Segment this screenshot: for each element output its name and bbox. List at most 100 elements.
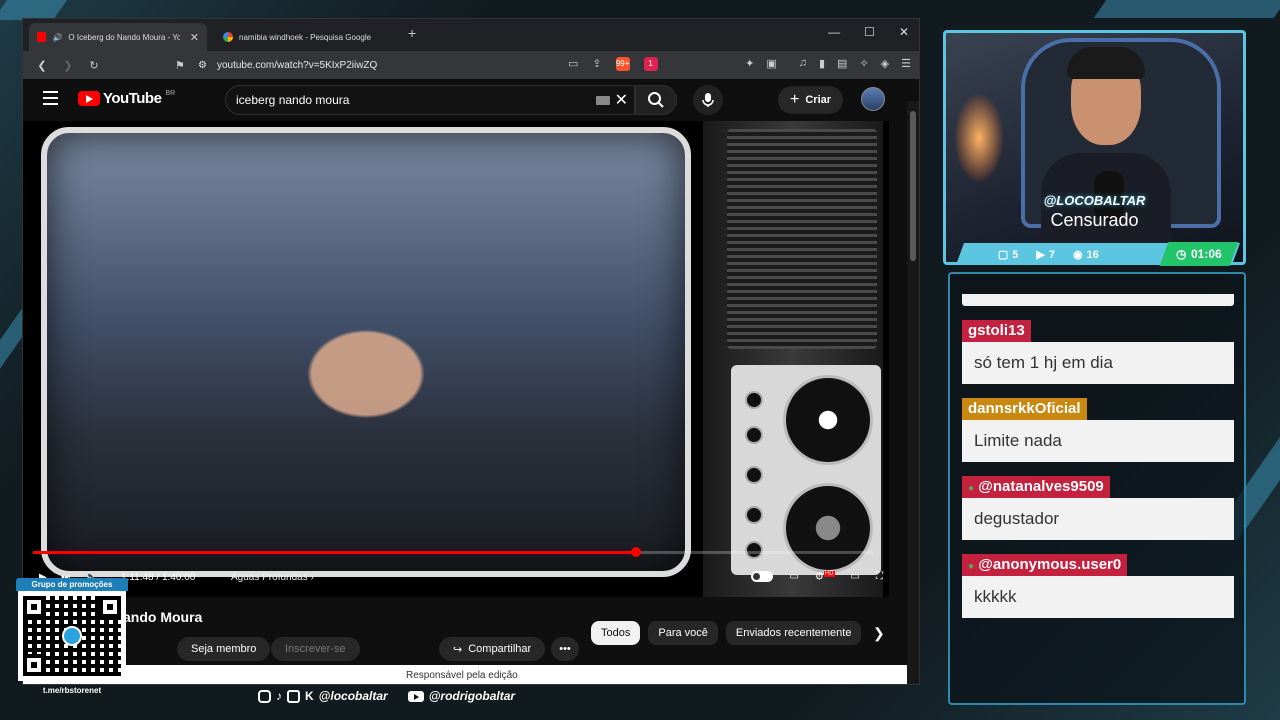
- chip-label: Todos: [601, 627, 631, 639]
- youtube-icon: ▶: [1036, 248, 1045, 261]
- wallet-icon[interactable]: ▤: [837, 57, 847, 70]
- settings-icon[interactable]: ⚙HD: [815, 571, 835, 583]
- join-button[interactable]: Seja membro: [177, 637, 271, 661]
- plus-icon: +: [790, 91, 800, 108]
- logo-text: YouTube: [103, 90, 162, 107]
- menu-icon[interactable]: ☰: [901, 57, 911, 70]
- share-label: Compartilhar: [468, 643, 532, 655]
- tv-knob: [745, 466, 763, 484]
- browser-window: 🔊 O Iceberg do Nando Moura - YouT ✕ nami…: [22, 18, 920, 685]
- chapter-title[interactable]: Águas Profundas ›: [231, 572, 314, 583]
- youtube-badge-icon: ●: [968, 561, 975, 572]
- chat-message: ● @anonymous.user0 kkkkk: [962, 554, 1234, 618]
- youtube-logo[interactable]: YouTube BR: [78, 90, 175, 107]
- maximize-icon[interactable]: ☐: [864, 25, 875, 39]
- chat-text: kkkkk: [962, 576, 1234, 618]
- clear-search-icon[interactable]: ✕: [615, 90, 628, 110]
- decor-streak: [1093, 0, 1280, 18]
- voice-search-button[interactable]: [693, 85, 723, 115]
- site-settings-icon[interactable]: ⚙: [198, 60, 207, 71]
- reload-icon[interactable]: ↻: [87, 59, 101, 72]
- fullscreen-icon[interactable]: ⛶: [876, 571, 883, 582]
- share-arrow-icon: ↪: [453, 643, 463, 656]
- tab-close-icon[interactable]: ✕: [190, 31, 199, 44]
- chat-text: só tem 1 hj em dia: [962, 342, 1234, 384]
- tv-knob: [745, 426, 763, 444]
- chip-for-you[interactable]: Para você: [648, 621, 718, 645]
- timer-value: 01:06: [1190, 247, 1222, 261]
- more-actions-button[interactable]: •••: [551, 637, 579, 661]
- scrollbar-thumb[interactable]: [910, 111, 916, 261]
- twitch-icon: [287, 689, 300, 703]
- tab-google[interactable]: namibia windhoek - Pesquisa Google: [215, 23, 395, 51]
- tv-knob: [745, 541, 763, 559]
- share-button[interactable]: ↪ Compartilhar: [439, 637, 546, 661]
- account-avatar[interactable]: [861, 87, 885, 111]
- telegram-icon: [62, 626, 82, 646]
- screenshot-icon[interactable]: ▣: [766, 57, 776, 70]
- chat-username: @natanalves9509: [978, 478, 1104, 495]
- bookmark-icon[interactable]: ⚑: [175, 59, 185, 72]
- share-icon[interactable]: ⇪: [592, 57, 601, 71]
- create-button[interactable]: + Criar: [778, 86, 844, 114]
- chat-message-fragment: [962, 294, 1234, 306]
- cast-icon[interactable]: ▭: [568, 57, 578, 71]
- leo-icon[interactable]: ✧: [859, 57, 868, 70]
- recommendation-chips: Todos Para você Enviados recentemente: [591, 621, 862, 645]
- social-handles: ♪ K @locobaltar @rodrigobaltar: [258, 689, 515, 703]
- search-query: iceberg nando moura: [236, 93, 350, 107]
- tab-title: O Iceberg do Nando Moura - YouT: [68, 32, 180, 42]
- extensions-icon[interactable]: ✦: [745, 57, 754, 70]
- google-favicon-icon: [223, 32, 233, 42]
- music-icon[interactable]: ♫: [799, 57, 807, 70]
- promo-url: t.me/rbstorenet: [42, 686, 102, 695]
- guide-menu-icon[interactable]: [43, 91, 58, 105]
- chip-all[interactable]: Todos: [591, 621, 641, 645]
- stat-youtube: ▶ 7: [1037, 248, 1056, 261]
- minimize-icon[interactable]: —: [828, 25, 840, 39]
- kick-icon: K: [305, 689, 314, 703]
- tiktok-icon: ♪: [276, 689, 282, 703]
- close-window-icon[interactable]: ✕: [899, 25, 909, 39]
- progress-bar[interactable]: [33, 547, 873, 557]
- sidebar-icon[interactable]: ▮: [819, 57, 825, 70]
- clock-icon: ◷: [1176, 247, 1187, 261]
- page-scrollbar[interactable]: [907, 101, 919, 684]
- keyboard-icon[interactable]: [596, 96, 610, 105]
- progress-fill: [33, 551, 637, 554]
- player-right-controls: ▭ ⚙HD ▭ ⛶: [751, 571, 883, 583]
- vpn-icon[interactable]: ◈: [881, 57, 889, 70]
- theater-mode-icon[interactable]: ▭: [851, 571, 860, 582]
- chip-recent[interactable]: Enviados recentemente: [725, 621, 862, 645]
- forward-icon[interactable]: ❯: [61, 59, 75, 72]
- back-icon[interactable]: ❮: [35, 59, 49, 72]
- video-player[interactable]: ▶ ⏭ 🔈 1:11:48 / 1:40:00 Águas Profundas …: [23, 121, 889, 597]
- search-input[interactable]: iceberg nando moura ✕: [225, 85, 635, 115]
- time-display: 1:11:48 / 1:40:00: [121, 571, 196, 583]
- lamp-light: [954, 93, 1004, 183]
- stream-status: Censurado: [1050, 210, 1139, 230]
- search-icon: [648, 92, 664, 108]
- tv-knob: [745, 391, 763, 409]
- stream-timer: ◷ 01:06: [1159, 242, 1239, 266]
- promo-qr-card: Grupo de promoções t.me/rbstorenet: [16, 578, 128, 704]
- subtitles-icon[interactable]: ▭: [789, 571, 798, 582]
- address-bar: ❮ ❯ ↻ ⚑ ⚙ youtube.com/watch?v=5KIxP2iiwZ…: [23, 51, 919, 79]
- tab-youtube[interactable]: 🔊 O Iceberg do Nando Moura - YouT ✕: [29, 23, 207, 51]
- brave-shields-icon[interactable]: 99+: [615, 57, 630, 71]
- chip-label: Enviados recentemente: [735, 627, 852, 639]
- brave-rewards-icon[interactable]: 1: [643, 57, 658, 71]
- chevron-right-icon[interactable]: ❯: [873, 625, 885, 642]
- window-controls: — ☐ ✕: [828, 25, 909, 39]
- microphone-icon: [702, 93, 714, 107]
- chip-label: Para você: [658, 627, 708, 639]
- social-handle: @locobaltar: [318, 689, 388, 703]
- search-button[interactable]: [635, 85, 677, 115]
- subscribe-button[interactable]: Inscrever-se: [271, 637, 360, 661]
- autoplay-toggle[interactable]: [751, 571, 774, 583]
- new-tab-icon[interactable]: +: [408, 25, 416, 41]
- chat-username-badge: ● @anonymous.user0: [962, 554, 1128, 576]
- chat-icon: ▢: [998, 248, 1009, 261]
- youtube-play-icon: [78, 91, 100, 106]
- speaker-icon: 🔊: [52, 32, 63, 42]
